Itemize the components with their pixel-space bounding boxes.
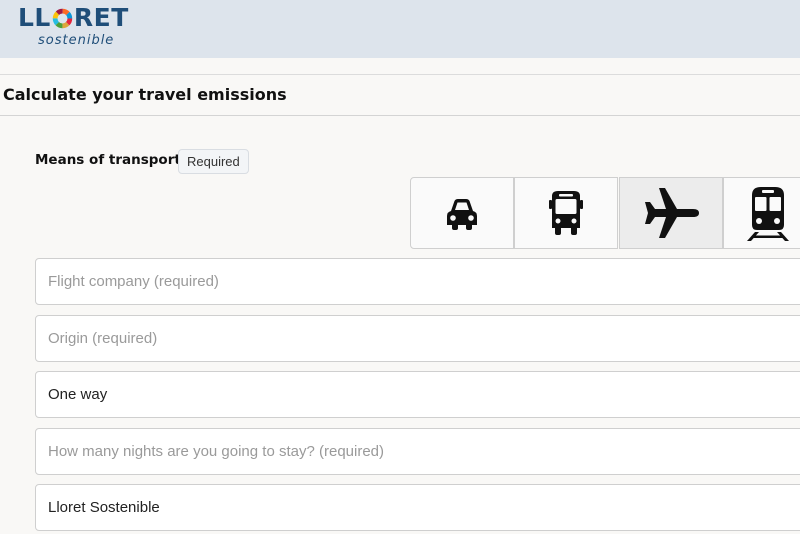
page-title: Calculate your travel emissions [3,85,287,104]
sdg-wheel-icon [52,8,73,28]
bus-icon [549,191,583,235]
divider [0,74,800,75]
nights-input[interactable]: How many nights are you going to stay? (… [35,428,800,475]
airplane-icon [645,188,699,238]
flight-company-input[interactable]: Flight company (required) [35,258,800,305]
destination-select[interactable]: Lloret Sostenible [35,484,800,531]
logo-subtitle: sostenible [38,33,115,48]
top-header: LL RET sostenible [0,0,800,58]
transport-car-button[interactable] [410,177,514,249]
trip-type-select[interactable]: One way [35,371,800,418]
origin-input[interactable]: Origin (required) [35,315,800,362]
car-icon [447,199,477,230]
logo-text-end: RET [73,3,129,32]
logo-text-start: LL [18,3,51,32]
transport-airplane-button[interactable] [619,177,723,249]
required-badge: Required [178,149,249,174]
logo[interactable]: LL RET [18,4,129,32]
transport-train-button[interactable] [723,177,800,249]
transport-bus-button[interactable] [514,177,618,249]
train-icon [747,187,789,241]
divider [0,115,800,116]
transport-label: Means of transport [35,152,181,168]
